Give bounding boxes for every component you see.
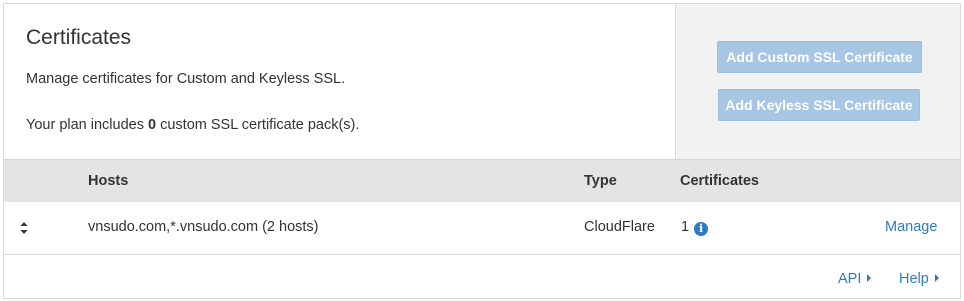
table-row[interactable]: vnsudo.com,*.vnsudo.com (2 hosts) CloudF… [4,202,960,255]
column-header-type[interactable]: Type [584,173,617,189]
table-header: Hosts Type Certificates [4,159,960,202]
help-link[interactable]: Help [899,271,939,287]
info-icon[interactable]: i [694,222,709,236]
card-header-info: Certificates Manage certificates for Cus… [4,4,675,159]
add-keyless-ssl-button[interactable]: Add Keyless SSL Certificate [718,89,920,121]
card-header: Certificates Manage certificates for Cus… [4,4,960,159]
api-link[interactable]: API [838,271,872,287]
plan-count: 0 [148,117,157,133]
row-certificates: 1i [681,219,709,236]
card-footer: API Help [4,255,960,298]
manage-link[interactable]: Manage [885,219,937,235]
row-hosts: vnsudo.com,*.vnsudo.com (2 hosts) [88,219,319,235]
row-certificates-count: 1 [681,219,690,235]
help-link-label: Help [899,271,929,287]
page-title: Certificates [26,26,132,49]
column-header-hosts[interactable]: Hosts [88,173,128,189]
sort-icon[interactable] [19,221,29,235]
column-header-certificates[interactable]: Certificates [680,173,759,189]
add-custom-ssl-button[interactable]: Add Custom SSL Certificate [717,41,922,73]
plan-info: Your plan includes 0 custom SSL certific… [26,117,359,133]
caret-right-icon [934,274,939,282]
certificates-card: Certificates Manage certificates for Cus… [3,3,961,299]
plan-prefix: Your plan includes [26,117,148,133]
card-actions-panel: Add Custom SSL Certificate Add Keyless S… [675,4,960,159]
page-description: Manage certificates for Custom and Keyle… [26,71,346,87]
caret-right-icon [867,274,872,282]
api-link-label: API [838,271,862,287]
row-type: CloudFlare [584,219,655,235]
plan-suffix: custom SSL certificate pack(s). [156,117,360,133]
